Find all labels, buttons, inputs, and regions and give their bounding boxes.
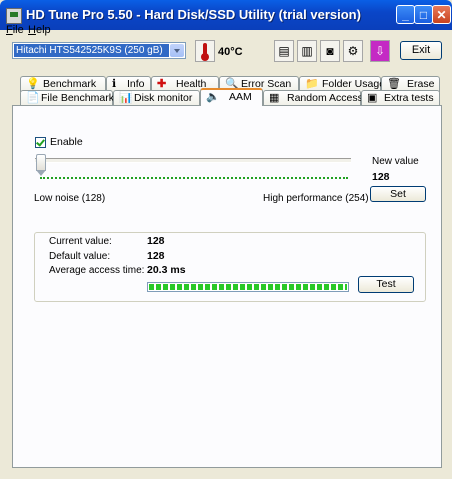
high-performance-label: High performance (254) [263, 193, 369, 204]
aam-panel: Enable New value 128 Set Low noise (128)… [12, 105, 442, 468]
default-value: 128 [147, 250, 165, 262]
enable-checkbox[interactable] [35, 137, 46, 148]
access-time-value: 20.3 ms [147, 264, 186, 276]
maximize-button[interactable]: □ [414, 5, 433, 24]
drive-select[interactable]: Hitachi HTS542525K9S (250 gB) [12, 42, 186, 59]
menu-file[interactable]: File [6, 24, 24, 36]
test-progress-bar [147, 282, 349, 292]
save-icon[interactable]: ⇩ [370, 40, 390, 62]
exit-button[interactable]: Exit [400, 41, 442, 60]
menu-help[interactable]: Help [28, 24, 51, 36]
new-value-label: New value [372, 156, 419, 167]
window-title: HD Tune Pro 5.50 - Hard Disk/SSD Utility… [26, 7, 361, 22]
random-icon: ▦ [269, 92, 280, 104]
enable-label: Enable [50, 136, 83, 148]
default-value-label: Default value: [49, 251, 111, 262]
drive-select-value: Hitachi HTS542525K9S (250 gB) [14, 44, 169, 57]
screenshot-icon[interactable]: ◙ [320, 40, 340, 62]
test-button[interactable]: Test [358, 276, 414, 293]
close-button[interactable]: ✕ [432, 5, 451, 24]
tabs-row-2: 📄 File Benchmark 📊 Disk monitor 🔈 AAM ▦ Rand… [12, 88, 442, 106]
temperature-readout: 40°C [218, 46, 243, 58]
toolbar: Hitachi HTS542525K9S (250 gB) 40°C ▤ ▥ ◙… [0, 38, 452, 68]
current-value: 128 [147, 235, 165, 247]
set-button[interactable]: Set [370, 186, 426, 202]
tab-aam[interactable]: 🔈 AAM [200, 88, 263, 106]
low-noise-label: Low noise (128) [34, 193, 106, 204]
tab-disk-monitor[interactable]: 📊 Disk monitor [113, 90, 200, 106]
tab-file-benchmark[interactable]: 📄 File Benchmark [20, 90, 114, 106]
slider-ticks [40, 177, 348, 181]
chevron-down-icon[interactable] [170, 44, 184, 57]
tests-icon: ▣ [367, 92, 378, 104]
tab-random-access[interactable]: ▦ Random Access [263, 90, 363, 106]
slider-track [35, 158, 351, 163]
file-icon: 📄 [26, 92, 40, 104]
slider-thumb[interactable] [36, 154, 46, 176]
app-icon [6, 8, 22, 24]
current-value-label: Current value: [49, 236, 112, 247]
thermometer-icon [195, 40, 215, 62]
access-time-label: Average access time: [49, 265, 145, 276]
speaker-icon: 🔈 [206, 91, 220, 103]
minimize-button[interactable]: _ [396, 5, 415, 24]
chart-icon: 📊 [119, 92, 133, 104]
options-icon[interactable]: ⚙ [343, 40, 363, 62]
aam-slider[interactable] [35, 154, 351, 180]
new-value: 128 [372, 171, 390, 183]
copy-text-icon[interactable]: ▤ [274, 40, 294, 62]
copy-info-icon[interactable]: ▥ [297, 40, 317, 62]
menu-bar: File Help [0, 24, 452, 38]
tab-extra-tests[interactable]: ▣ Extra tests [361, 90, 440, 106]
progress-fill [149, 284, 347, 290]
